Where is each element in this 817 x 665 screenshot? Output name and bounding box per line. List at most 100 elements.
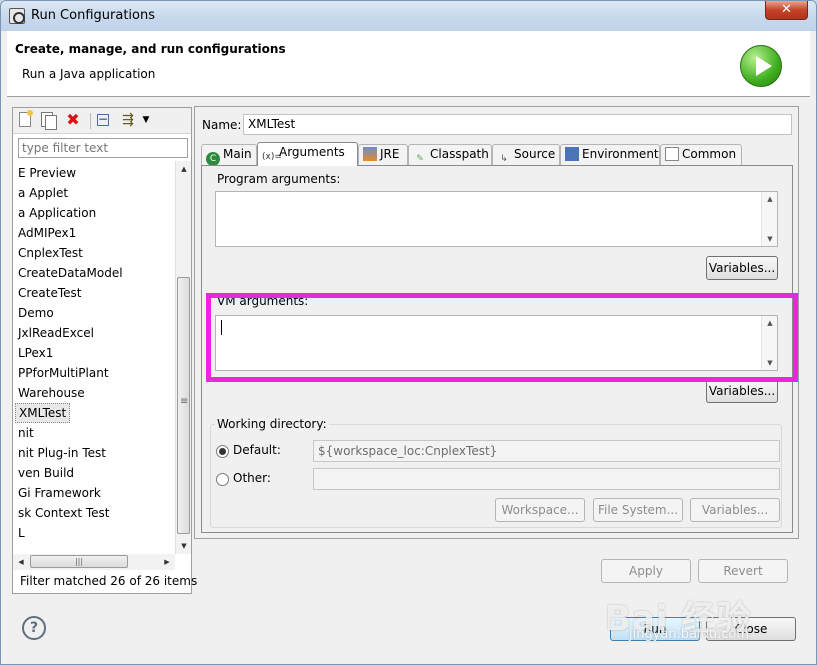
revert-button[interactable]: Revert xyxy=(698,559,788,583)
scroll-down-icon[interactable]: ▼ xyxy=(176,538,192,554)
scroll-thumb[interactable]: ||| xyxy=(30,555,128,568)
vm-variables-button[interactable]: Variables... xyxy=(706,379,778,403)
tree-item[interactable]: ven Build xyxy=(15,463,77,483)
configuration-editor: Name: XMLTest C Main (x)=Arguments JRE ✎ C… xyxy=(194,106,799,539)
delete-icon[interactable]: ✖ xyxy=(65,112,81,128)
tab-label: Classpath xyxy=(430,147,489,161)
tree-item[interactable]: a Application xyxy=(15,203,99,223)
tree-item[interactable]: a Applet xyxy=(15,183,71,203)
baidu-watermark-url: jingyan.baidu.com xyxy=(629,627,749,642)
tab-label: Common xyxy=(682,147,737,161)
header-title: Create, manage, and run configurations xyxy=(15,42,286,56)
scroll-right-icon[interactable]: ▶ xyxy=(159,554,175,570)
tree-item[interactable]: nit Plug-in Test xyxy=(15,443,109,463)
window-close-button[interactable]: ✕ xyxy=(765,1,808,20)
scroll-up-icon[interactable]: ▲ xyxy=(762,195,778,203)
classpath-tab-icon: ✎ xyxy=(416,154,424,164)
tab-label: JRE xyxy=(380,147,400,161)
name-label: Name: xyxy=(202,118,242,132)
other-directory-field[interactable] xyxy=(313,468,780,490)
vm-arguments-label: VM arguments: xyxy=(215,294,311,308)
tab-label: Environment xyxy=(582,147,659,161)
tree-item[interactable]: sk Context Test xyxy=(15,503,112,523)
filter-icon[interactable]: ⇶ xyxy=(120,112,136,128)
scroll-thumb[interactable] xyxy=(177,277,190,534)
arguments-tab-content: Program arguments: ▲ ▼ Variables... VM ar… xyxy=(201,165,793,533)
filter-status: Filter matched 26 of 26 items xyxy=(20,574,198,588)
configurations-toolbar: ✖ − ⇶ ▼ xyxy=(13,108,191,134)
tree-item[interactable]: Warehouse xyxy=(15,383,88,403)
configurations-panel: ✖ − ⇶ ▼ E Preview a Applet a Application… xyxy=(12,107,197,594)
program-arguments-scrollbar[interactable]: ▲ ▼ xyxy=(761,192,777,246)
source-tab-icon: ↳ xyxy=(500,154,508,164)
configurations-tree: E Preview a Applet a Application AdMIPex… xyxy=(13,161,175,554)
default-directory-field: ${workspace_loc:CnplexTest} xyxy=(313,440,780,462)
collapse-all-icon[interactable]: − xyxy=(97,113,109,126)
program-arguments-input[interactable]: ▲ ▼ xyxy=(215,191,778,247)
tab-main[interactable]: C Main xyxy=(201,144,257,166)
vm-arguments-scrollbar[interactable]: ▲ ▼ xyxy=(761,316,777,370)
tree-item[interactable]: E Preview xyxy=(15,163,79,183)
jre-tab-icon xyxy=(363,147,377,161)
help-icon[interactable]: ? xyxy=(22,616,46,640)
run-configurations-window: Run Configurations ✕ Create, manage, and… xyxy=(0,0,817,665)
new-configuration-icon[interactable] xyxy=(19,110,33,127)
tree-item[interactable]: CreateDataModel xyxy=(15,263,126,283)
tree-item[interactable]: PPforMultiPlant xyxy=(15,363,112,383)
title-bar: Run Configurations ✕ xyxy=(1,1,816,31)
scroll-left-icon[interactable]: ◀ xyxy=(13,554,29,570)
tree-item[interactable]: CnplexTest xyxy=(15,243,86,263)
common-tab-icon xyxy=(665,147,679,161)
app-icon xyxy=(9,8,25,24)
run-icon xyxy=(740,45,782,87)
tab-jre[interactable]: JRE xyxy=(358,144,408,165)
file-system-button[interactable]: File System... xyxy=(593,498,683,522)
tree-horizontal-scrollbar[interactable]: ◀ ||| ▶ xyxy=(13,554,175,570)
text-caret xyxy=(221,320,222,335)
working-directory-label: Working directory: xyxy=(215,417,329,431)
main-tab-icon: C xyxy=(206,152,220,166)
config-tabs: C Main (x)=Arguments JRE ✎ Classpath ↳ Sour… xyxy=(201,142,793,166)
tree-item[interactable]: JxlReadExcel xyxy=(15,323,97,343)
program-arguments-label: Program arguments: xyxy=(215,172,343,186)
workspace-button[interactable]: Workspace... xyxy=(495,498,585,522)
tab-common[interactable]: Common xyxy=(660,144,742,165)
tree-item[interactable]: CreateTest xyxy=(15,283,85,303)
tree-item[interactable]: Gi Framework xyxy=(15,483,104,503)
tree-item[interactable]: nit xyxy=(15,423,37,443)
default-label: Default: xyxy=(233,443,281,457)
tab-environment[interactable]: Environment xyxy=(560,144,660,165)
program-variables-button[interactable]: Variables... xyxy=(706,256,778,280)
apply-button[interactable]: Apply xyxy=(601,559,691,583)
duplicate-icon[interactable] xyxy=(41,112,57,130)
tree-item-selected[interactable]: XMLTest xyxy=(15,403,71,423)
environment-tab-icon xyxy=(565,147,579,161)
header-subtitle: Run a Java application xyxy=(22,67,156,81)
window-title: Run Configurations xyxy=(31,8,155,23)
tab-label: Main xyxy=(223,147,252,161)
tree-item[interactable]: Demo xyxy=(15,303,57,323)
chevron-down-icon[interactable]: ▼ xyxy=(138,112,154,128)
default-radio[interactable] xyxy=(216,445,229,458)
tab-arguments[interactable]: (x)=Arguments xyxy=(257,142,358,166)
name-input[interactable]: XMLTest xyxy=(243,114,792,135)
tab-label: Arguments xyxy=(279,145,345,159)
tree-vertical-scrollbar[interactable]: ▲ ▼ xyxy=(175,161,191,554)
tab-label: Source xyxy=(514,147,556,161)
toolbar-separator xyxy=(90,113,91,129)
vm-arguments-input[interactable]: ▲ ▼ xyxy=(215,315,778,371)
scroll-up-icon[interactable]: ▲ xyxy=(762,319,778,327)
other-label: Other: xyxy=(233,471,271,485)
scroll-down-icon[interactable]: ▼ xyxy=(762,359,778,367)
tree-item[interactable]: AdMIPex1 xyxy=(15,223,79,243)
tab-source[interactable]: ↳ Source xyxy=(492,144,560,165)
tree-item[interactable]: LPex1 xyxy=(15,343,56,363)
tab-classpath[interactable]: ✎ Classpath xyxy=(408,144,492,165)
scroll-up-icon[interactable]: ▲ xyxy=(176,161,192,177)
filter-input[interactable] xyxy=(18,138,188,158)
scroll-down-icon[interactable]: ▼ xyxy=(762,235,778,243)
tree-item[interactable]: L xyxy=(15,523,28,543)
working-dir-variables-button[interactable]: Variables... xyxy=(690,498,780,522)
other-radio[interactable] xyxy=(216,473,229,486)
arguments-tab-icon: (x)= xyxy=(262,152,282,162)
